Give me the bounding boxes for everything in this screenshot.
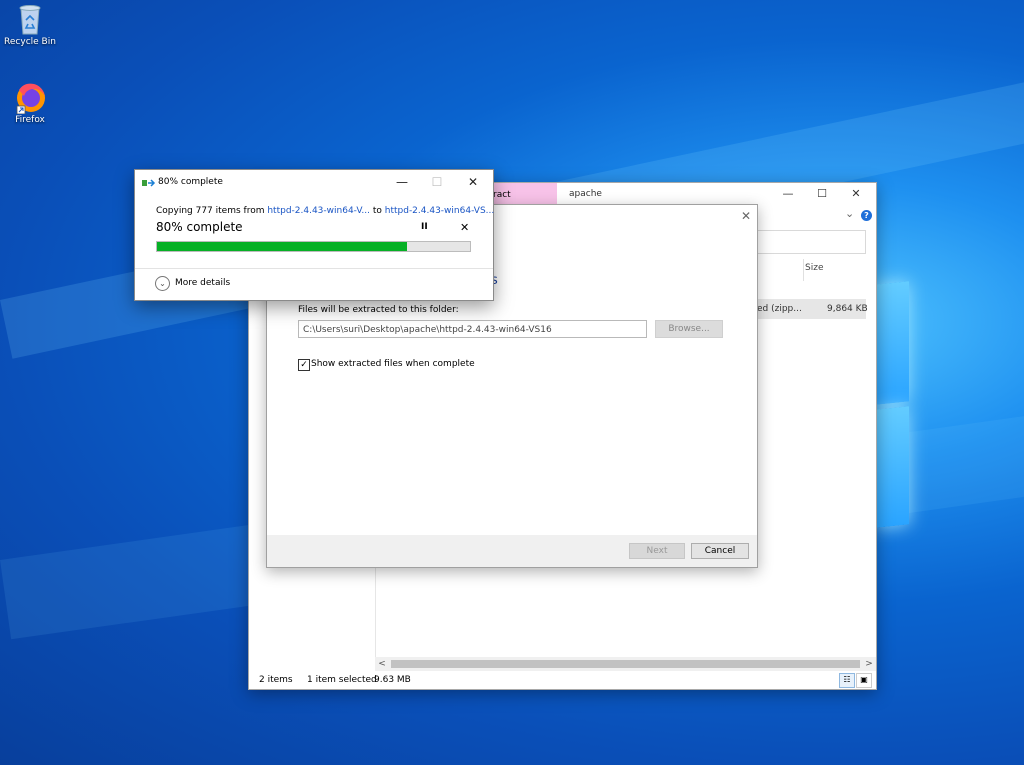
large-icons-view-icon[interactable]: ▣ [856,673,872,688]
show-files-checkbox-label[interactable]: Show extracted files when complete [311,359,475,369]
ribbon-expand-chevron-icon[interactable]: ⌄ [845,207,854,220]
destination-label: Files will be extracted to this folder: [298,305,459,315]
minimize-button[interactable]: — [771,183,805,205]
search-box[interactable] [756,230,866,254]
source-folder-link[interactable]: httpd-2.4.43-win64-V... [267,206,370,216]
scroll-right-icon[interactable]: > [862,657,876,671]
windows-logo-pane [875,406,909,528]
more-details-button[interactable]: More details [175,278,230,288]
close-button[interactable]: ✕ [456,170,490,194]
scroll-left-icon[interactable]: < [375,657,389,671]
destination-folder-link[interactable]: httpd-2.4.43-win64-VS... [385,206,495,216]
copy-prefix: Copying 777 items from [156,206,268,216]
close-icon[interactable]: ✕ [741,209,751,223]
details-view-icon[interactable]: ☷ [839,673,855,688]
stop-icon[interactable]: ✕ [460,221,469,234]
firefox-label: Firefox [15,115,45,125]
recycle-bin-icon [14,2,46,35]
status-selection: 1 item selected [307,675,377,685]
column-header-size[interactable]: Size [805,263,823,273]
dialog-title: 80% complete [158,177,223,187]
progress-bar-fill [157,242,408,251]
file-type: ed (zipp... [757,304,802,314]
firefox-shortcut[interactable]: Firefox [2,80,58,125]
status-selection-size: 9.63 MB [374,675,411,685]
wizard-footer: Next Cancel [267,535,757,567]
divider [135,268,493,269]
copy-description: Copying 777 items from httpd-2.4.43-win6… [156,206,494,216]
file-size: 9,864 KB [827,304,868,314]
maximize-button[interactable]: ☐ [805,183,839,205]
copy-progress-dialog: 80% complete — ☐ ✕ Copying 777 items fro… [134,169,494,301]
windows-logo-pane [875,281,909,405]
help-icon[interactable]: ? [861,210,872,221]
chevron-down-icon[interactable]: ⌄ [155,276,170,291]
percent-complete-text: 80% complete [156,220,243,234]
status-item-count: 2 items [259,675,293,685]
ribbon-tab-extract[interactable]: ract [489,183,557,205]
show-files-checkbox[interactable]: ✓ [298,359,310,371]
scrollbar-thumb[interactable] [391,660,860,668]
copy-files-icon [142,178,156,188]
firefox-icon [14,80,46,115]
copy-to: to [369,206,385,216]
horizontal-scrollbar[interactable]: < > [375,657,876,671]
recycle-bin-shortcut[interactable]: Recycle Bin [2,2,58,47]
browse-button[interactable]: Browse... [655,320,723,338]
maximize-button: ☐ [431,175,443,189]
column-divider[interactable] [803,259,804,281]
recycle-bin-label: Recycle Bin [4,37,56,47]
progress-bar [156,241,471,252]
minimize-button[interactable]: — [385,170,419,194]
close-button[interactable]: ✕ [839,183,873,205]
next-button[interactable]: Next [629,543,685,559]
pause-icon[interactable]: II [421,222,428,232]
status-bar: 2 items 1 item selected 9.63 MB ☷ ▣ [249,671,876,689]
destination-path-field[interactable]: C:\Users\suri\Desktop\apache\httpd-2.4.4… [298,320,647,338]
window-title: apache [569,189,602,199]
cancel-button[interactable]: Cancel [691,543,749,559]
